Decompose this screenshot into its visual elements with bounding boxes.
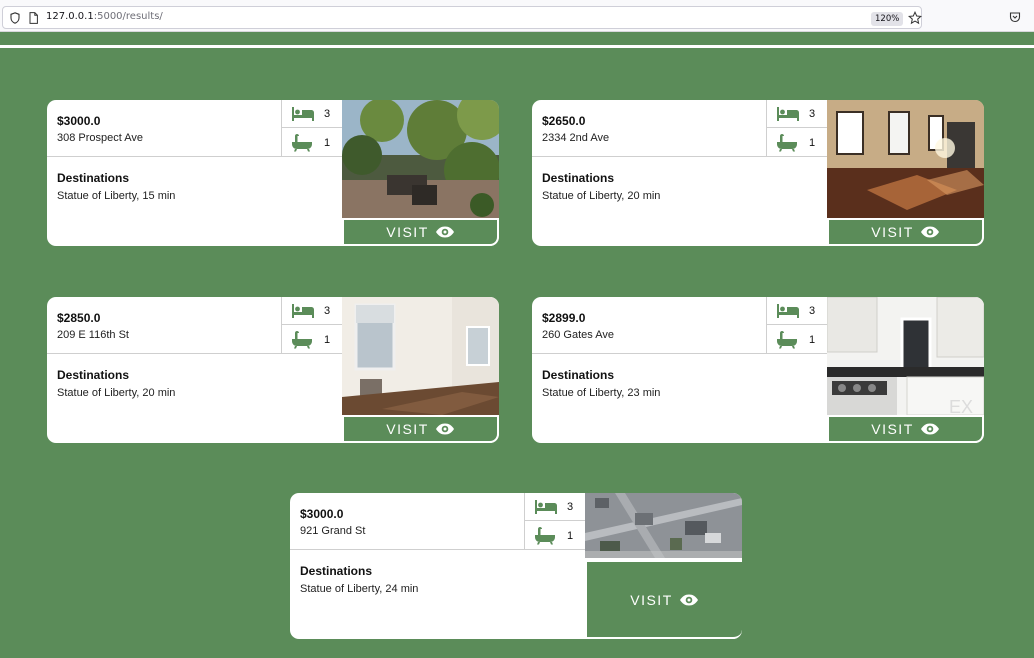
bathtub-icon [292,331,312,349]
address-bar[interactable]: 127.0.0.1:5000/results/ 120% [2,6,922,29]
visit-button[interactable]: VISIT [342,220,499,246]
amenities-panel: 3 1 [281,100,342,157]
listing-summary: $2850.0 209 E 116th St [47,297,281,354]
url-text[interactable]: 127.0.0.1:5000/results/ [46,11,163,22]
listing-summary: $2650.0 2334 2nd Ave [532,100,766,157]
listing-summary: $2899.0 260 Gates Ave [532,297,766,354]
bedrooms-row: 3 [767,100,827,128]
bathrooms-row: 1 [525,521,585,550]
listing-price: $3000.0 [57,114,101,128]
bedrooms-row: 3 [282,297,342,325]
nav-divider [0,45,1034,48]
bathtub-icon [777,331,797,349]
visit-label: VISIT [386,421,429,437]
bed-icon [777,107,799,121]
listing-address: 308 Prospect Ave [57,132,144,144]
destination-commute: Statue of Liberty, 20 min [57,387,176,399]
eye-icon [679,594,698,605]
bathtub-icon [535,527,555,545]
listing-photo [585,493,742,558]
bathrooms-row: 1 [767,325,827,354]
shield-icon[interactable] [10,12,20,24]
visit-label: VISIT [386,224,429,240]
bedrooms-row: 3 [282,100,342,128]
amenities-panel: 3 1 [766,100,827,157]
url-host: 127.0.0.1 [46,11,94,22]
bedroom-count: 3 [567,501,574,513]
listing-card: $2850.0 209 E 116th St 3 1 Destinations … [47,297,499,443]
listing-address: 921 Grand St [300,525,366,537]
listing-summary: $3000.0 921 Grand St [290,493,524,550]
listing-address: 260 Gates Ave [542,329,614,341]
eye-icon [920,423,939,435]
eye-icon [435,423,454,435]
visit-button[interactable]: VISIT [585,560,742,639]
eye-icon [920,226,939,238]
destinations-heading: Destinations [57,368,130,382]
listing-address: 2334 2nd Ave [542,132,610,144]
amenities-panel: 3 1 [281,297,342,354]
listing-address: 209 E 116th St [57,329,129,341]
destination-commute: Statue of Liberty, 24 min [300,583,419,595]
bathroom-count: 1 [809,137,816,149]
amenities-panel: 3 1 [766,297,827,354]
listing-card: $3000.0 921 Grand St 3 1 Destinations St… [290,493,742,639]
bedroom-count: 3 [324,305,331,317]
listing-price: $2850.0 [57,311,101,325]
destination-commute: Statue of Liberty, 20 min [542,190,661,202]
destinations-heading: Destinations [57,171,130,185]
visit-button[interactable]: VISIT [827,417,984,443]
amenities-panel: 3 1 [524,493,585,550]
listing-price: $2899.0 [542,311,586,325]
bedroom-count: 3 [809,305,816,317]
bathroom-count: 1 [324,334,331,346]
bedrooms-row: 3 [525,493,585,521]
pocket-icon[interactable] [1009,11,1021,23]
visit-button[interactable]: VISIT [342,417,499,443]
eye-icon [435,226,454,238]
bed-icon [292,304,314,318]
listing-photo [342,297,499,415]
destinations-heading: Destinations [542,368,615,382]
bathtub-icon [292,134,312,152]
bed-icon [292,107,314,121]
top-nav-strip [0,33,1034,45]
listing-photo [827,100,984,218]
bathrooms-row: 1 [767,128,827,157]
bookmark-star-icon[interactable] [908,11,922,25]
bathroom-count: 1 [809,334,816,346]
bedrooms-row: 3 [767,297,827,325]
listing-photo [342,100,499,218]
destinations-heading: Destinations [300,564,373,578]
listing-card: $2899.0 260 Gates Ave 3 1 Destinations S… [532,297,984,443]
bathroom-count: 1 [324,137,331,149]
listing-price: $3000.0 [300,507,344,521]
listing-card: $2650.0 2334 2nd Ave 3 1 Destinations St… [532,100,984,246]
listing-card: $3000.0 308 Prospect Ave 3 1 Destination… [47,100,499,246]
visit-label: VISIT [871,224,914,240]
bathtub-icon [777,134,797,152]
listing-photo: EX [827,297,984,415]
destinations-heading: Destinations [542,171,615,185]
url-path: :5000/results/ [93,11,163,22]
bed-icon [777,304,799,318]
browser-toolbar: 127.0.0.1:5000/results/ 120% [0,0,1034,32]
bathrooms-row: 1 [282,128,342,157]
zoom-level-badge[interactable]: 120% [871,12,904,26]
bed-icon [535,500,557,514]
bedroom-count: 3 [324,108,331,120]
destination-commute: Statue of Liberty, 23 min [542,387,661,399]
listing-price: $2650.0 [542,114,586,128]
svg-text:EX: EX [949,397,973,415]
destination-commute: Statue of Liberty, 15 min [57,190,176,202]
bedroom-count: 3 [809,108,816,120]
bathroom-count: 1 [567,530,574,542]
visit-label: VISIT [630,591,673,608]
bathrooms-row: 1 [282,325,342,354]
visit-label: VISIT [871,421,914,437]
visit-button[interactable]: VISIT [827,220,984,246]
listing-summary: $3000.0 308 Prospect Ave [47,100,281,157]
page-icon [29,12,38,24]
